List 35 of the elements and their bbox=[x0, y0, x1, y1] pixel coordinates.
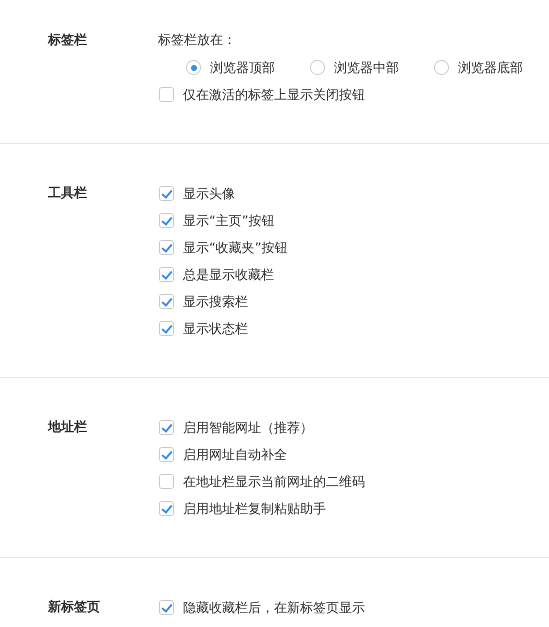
checkbox[interactable] bbox=[159, 474, 174, 489]
checkbox-label: 总是显示收藏栏 bbox=[183, 266, 274, 284]
checkbox-label: 显示状态栏 bbox=[183, 320, 248, 338]
checkbox[interactable] bbox=[159, 87, 174, 102]
radio-label: 浏览器底部 bbox=[458, 60, 523, 76]
checkbox-label: 显示“主页”按钮 bbox=[183, 212, 274, 230]
section-title: 新标签页 bbox=[48, 598, 101, 617]
section-title: 标签栏 bbox=[48, 32, 88, 50]
checkbox[interactable] bbox=[159, 501, 174, 516]
checkbox[interactable] bbox=[159, 600, 174, 615]
checkbox-label: 在地址栏显示当前网址的二维码 bbox=[183, 474, 365, 490]
option-label: 标签栏放在： bbox=[158, 32, 237, 50]
radio-label: 浏览器中部 bbox=[334, 60, 399, 76]
checkbox[interactable] bbox=[159, 420, 174, 435]
checkbox[interactable] bbox=[159, 294, 174, 309]
checkbox[interactable] bbox=[159, 447, 174, 462]
radio-label: 浏览器顶部 bbox=[210, 60, 275, 76]
checkbox[interactable] bbox=[159, 240, 174, 255]
radio-button[interactable] bbox=[434, 60, 449, 75]
section-title: 地址栏 bbox=[48, 419, 88, 437]
checkbox-label: 显示“收藏夹”按钮 bbox=[183, 240, 288, 256]
checkbox-label: 隐藏收藏栏后，在新标签页显示 bbox=[183, 600, 365, 616]
checkbox[interactable] bbox=[159, 186, 174, 201]
radio-button[interactable] bbox=[186, 60, 201, 75]
checkbox-label: 显示搜索栏 bbox=[183, 294, 248, 310]
checkbox-label: 启用网址自动补全 bbox=[183, 446, 287, 464]
checkbox-label: 启用智能网址（推荐） bbox=[183, 420, 313, 436]
checkbox[interactable] bbox=[159, 267, 174, 282]
radio-button[interactable] bbox=[310, 60, 325, 75]
checkbox[interactable] bbox=[159, 213, 174, 228]
checkbox-label: 仅在激活的标签上显示关闭按钮 bbox=[183, 86, 365, 104]
checkbox[interactable] bbox=[159, 321, 174, 336]
checkbox-label: 显示头像 bbox=[183, 186, 235, 202]
section-title: 工具栏 bbox=[48, 185, 88, 203]
checkbox-label: 启用地址栏复制粘贴助手 bbox=[183, 500, 326, 518]
